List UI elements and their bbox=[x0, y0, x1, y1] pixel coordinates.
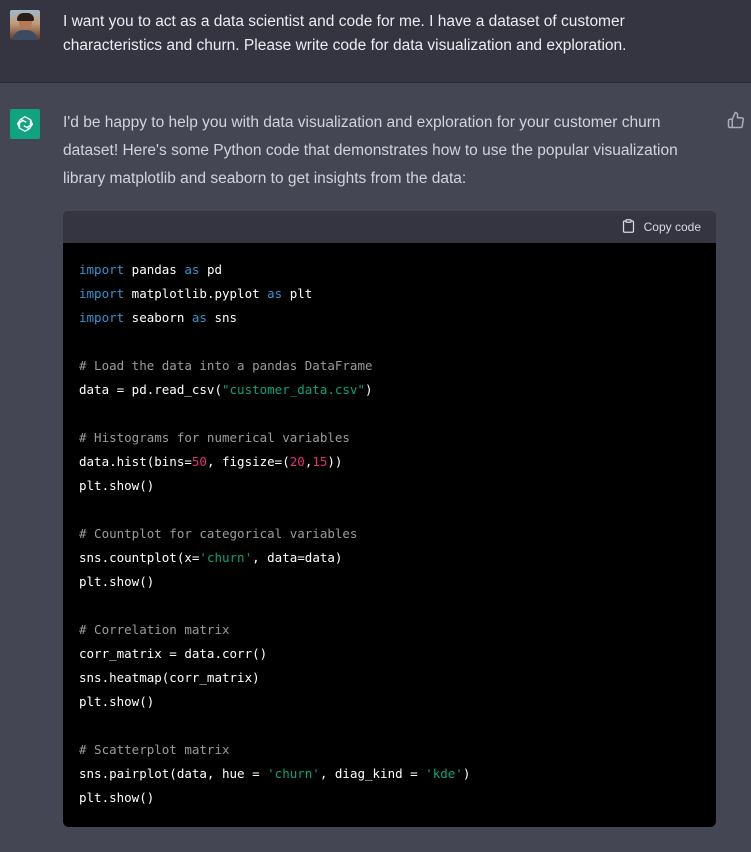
code-token: # Histograms for numerical variables bbox=[79, 430, 350, 445]
code-token: # Load the data into a pandas DataFrame bbox=[79, 358, 373, 373]
code-token: corr_matrix = data.corr() bbox=[79, 646, 268, 661]
code-token: )) bbox=[327, 454, 343, 469]
code-token: plt.show() bbox=[79, 790, 155, 805]
clipboard-icon bbox=[621, 218, 636, 237]
assistant-message-row: I'd be happy to help you with data visua… bbox=[0, 83, 751, 852]
code-block-header: Copy code bbox=[63, 211, 716, 243]
avatar-hair bbox=[17, 13, 34, 21]
code-line: plt.show() bbox=[79, 786, 700, 810]
code-line: # Correlation matrix bbox=[79, 618, 700, 642]
thumbs-up-icon[interactable] bbox=[727, 111, 745, 129]
code-token: # Correlation matrix bbox=[79, 622, 230, 637]
code-line: data = pd.read_csv("customer_data.csv") bbox=[79, 378, 700, 402]
code-line: data.hist(bins=50, figsize=(20,15)) bbox=[79, 450, 700, 474]
code-token: 'churn' bbox=[199, 550, 253, 565]
user-avatar bbox=[10, 10, 40, 40]
code-token: sns bbox=[206, 310, 238, 325]
code-token: as bbox=[184, 262, 200, 277]
code-token: sns.heatmap(corr_matrix) bbox=[79, 670, 260, 685]
code-token: import bbox=[79, 286, 125, 301]
code-token: , figsize=( bbox=[206, 454, 290, 469]
copy-code-button[interactable]: Copy code bbox=[621, 218, 701, 237]
code-token: plt.show() bbox=[79, 694, 155, 709]
code-line: import pandas as pd bbox=[79, 258, 700, 282]
code-token: 'churn' bbox=[267, 766, 320, 781]
code-line: import seaborn as sns bbox=[79, 306, 700, 330]
code-line: sns.heatmap(corr_matrix) bbox=[79, 666, 700, 690]
code-token: sns.countplot(x= bbox=[79, 550, 200, 565]
user-message-text: I want you to act as a data scientist an… bbox=[63, 13, 627, 54]
code-token: , diag_kind = bbox=[319, 766, 426, 781]
code-token: as bbox=[267, 286, 283, 301]
code-token: # Countplot for categorical variables bbox=[79, 526, 358, 541]
code-token: ) bbox=[365, 382, 373, 397]
code-line: import matplotlib.pyplot as plt bbox=[79, 282, 700, 306]
code-block: Copy code import pandas as pd import matp… bbox=[63, 211, 716, 827]
code-token: 'kde' bbox=[425, 766, 463, 781]
code-line: # Load the data into a pandas DataFrame bbox=[79, 354, 700, 378]
code-line: sns.pairplot(data, hue = 'churn', diag_k… bbox=[79, 762, 700, 786]
code-token: , data=data) bbox=[252, 550, 343, 565]
code-token: pandas bbox=[124, 262, 185, 277]
code-line: # Countplot for categorical variables bbox=[79, 522, 700, 546]
code-token: matplotlib.pyplot bbox=[124, 286, 268, 301]
code-line: plt.show() bbox=[79, 474, 700, 498]
code-content: import pandas as pd import matplotlib.pyp… bbox=[63, 243, 716, 810]
code-token: plt bbox=[282, 286, 313, 301]
code-token: 15 bbox=[312, 454, 328, 469]
code-line: # Histograms for numerical variables bbox=[79, 426, 700, 450]
code-token: plt.show() bbox=[79, 478, 155, 493]
code-token: # Scatterplot matrix bbox=[79, 742, 230, 757]
code-token: import bbox=[79, 262, 125, 277]
code-token: data = pd.read_csv( bbox=[79, 382, 222, 397]
code-line: # Scatterplot matrix bbox=[79, 738, 700, 762]
code-token: 50 bbox=[191, 454, 207, 469]
code-token: pd bbox=[199, 262, 223, 277]
avatar-shirt bbox=[13, 30, 37, 40]
copy-code-label: Copy code bbox=[643, 220, 701, 234]
code-token: plt.show() bbox=[79, 574, 155, 589]
code-token: "customer_data.csv" bbox=[222, 382, 365, 397]
code-token: 20 bbox=[289, 454, 305, 469]
code-token: as bbox=[191, 310, 207, 325]
openai-logo-icon bbox=[10, 109, 40, 139]
code-line: corr_matrix = data.corr() bbox=[79, 642, 700, 666]
code-token: data.hist(bins= bbox=[79, 454, 192, 469]
code-token: import bbox=[79, 310, 125, 325]
code-token: ) bbox=[462, 766, 471, 781]
code-line: sns.countplot(x='churn', data=data) bbox=[79, 546, 700, 570]
code-line: plt.show() bbox=[79, 690, 700, 714]
user-message-row: I want you to act as a data scientist an… bbox=[0, 0, 751, 83]
code-token: sns.pairplot(data, hue = bbox=[79, 766, 268, 781]
code-token: seaborn bbox=[124, 310, 192, 325]
code-line: plt.show() bbox=[79, 570, 700, 594]
assistant-message-text: I'd be happy to help you with data visua… bbox=[63, 114, 678, 187]
